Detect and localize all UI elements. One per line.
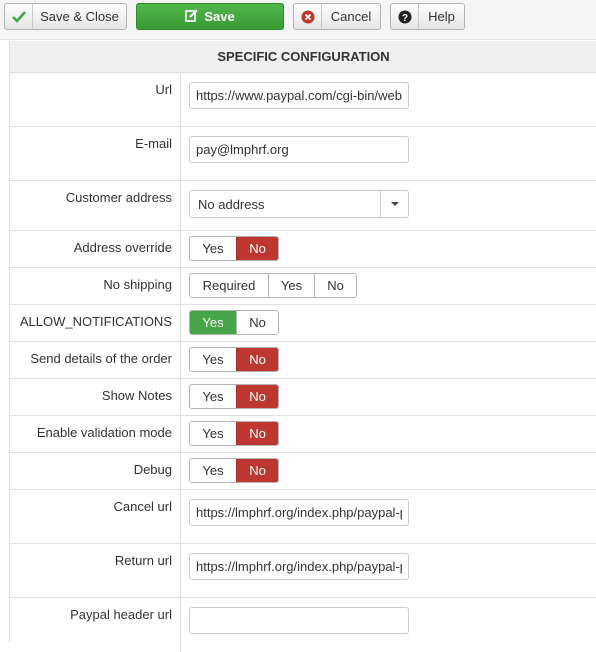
svg-text:?: ? [401, 13, 407, 24]
save-close-button[interactable]: Save & Close [4, 3, 127, 30]
no-shipping-yes[interactable]: Yes [268, 274, 314, 297]
cancel-url-row: Cancel url [10, 490, 596, 544]
help-label: Help [428, 9, 455, 24]
no-shipping-label: No shipping [103, 277, 172, 292]
show-notes-toggle: Yes No [189, 384, 279, 409]
email-label: E-mail [135, 136, 172, 151]
debug-toggle: Yes No [189, 458, 279, 483]
edit-icon [185, 8, 199, 25]
chevron-down-icon[interactable] [380, 191, 408, 217]
panel-title: SPECIFIC CONFIGURATION [10, 41, 596, 73]
no-shipping-row: No shipping Required Yes No [10, 268, 596, 305]
cancel-url-input[interactable] [189, 499, 409, 526]
customer-address-select[interactable]: No address [189, 190, 409, 218]
show-notes-yes[interactable]: Yes [190, 385, 236, 408]
url-row: Url [10, 73, 596, 127]
allow-notifications-no[interactable]: No [236, 311, 278, 334]
allow-notifications-row: ALLOW_NOTIFICATIONS Yes No [10, 305, 596, 342]
header-url-row: Paypal header url [10, 598, 596, 652]
checkmark-icon [5, 4, 33, 29]
save-label: Save [204, 9, 235, 24]
specific-configuration-panel: SPECIFIC CONFIGURATION Url E-mail Custom… [9, 41, 596, 652]
return-url-input[interactable] [189, 553, 409, 580]
return-url-row: Return url [10, 544, 596, 598]
validation-mode-toggle: Yes No [189, 421, 279, 446]
question-icon: ? [391, 4, 419, 29]
show-notes-row: Show Notes Yes No [10, 379, 596, 416]
url-label: Url [155, 82, 172, 97]
return-url-label: Return url [114, 553, 172, 568]
send-details-yes[interactable]: Yes [190, 348, 236, 371]
email-row: E-mail [10, 127, 596, 181]
save-close-label: Save & Close [40, 9, 119, 24]
address-override-label: Address override [73, 240, 172, 255]
no-shipping-no[interactable]: No [314, 274, 356, 297]
show-notes-label: Show Notes [101, 388, 172, 403]
cancel-icon [294, 4, 322, 29]
send-details-row: Send details of the order Yes No [10, 342, 596, 379]
cancel-url-label: Cancel url [113, 499, 172, 514]
customer-address-row: Customer address No address [10, 181, 596, 231]
email-input[interactable] [189, 136, 409, 163]
address-override-row: Address override Yes No [10, 231, 596, 268]
save-button[interactable]: Save [136, 3, 284, 30]
send-details-toggle: Yes No [189, 347, 279, 372]
debug-yes[interactable]: Yes [190, 459, 236, 482]
send-details-label: Send details of the order [30, 351, 172, 366]
allow-notifications-label: ALLOW_NOTIFICATIONS [19, 314, 172, 329]
header-url-input[interactable] [189, 607, 409, 634]
address-override-no[interactable]: No [236, 237, 278, 260]
no-shipping-toggle: Required Yes No [189, 273, 357, 298]
validation-mode-row: Enable validation mode Yes No [10, 416, 596, 453]
customer-address-label: Customer address [65, 190, 172, 205]
header-url-label: Paypal header url [70, 607, 172, 622]
address-override-toggle: Yes No [189, 236, 279, 261]
allow-notifications-toggle: Yes No [189, 310, 279, 335]
debug-no[interactable]: No [236, 459, 278, 482]
url-input[interactable] [189, 82, 409, 109]
show-notes-no[interactable]: No [236, 385, 278, 408]
debug-label: Debug [133, 462, 172, 477]
debug-row: Debug Yes No [10, 453, 596, 490]
help-button[interactable]: ? Help [390, 3, 465, 30]
cancel-button[interactable]: Cancel [293, 3, 381, 30]
no-shipping-required[interactable]: Required [190, 274, 268, 297]
validation-mode-label: Enable validation mode [36, 425, 172, 440]
toolbar: Save & Close Save Cancel ? Help [0, 0, 596, 40]
validation-mode-no[interactable]: No [236, 422, 278, 445]
customer-address-value: No address [198, 197, 265, 212]
send-details-no[interactable]: No [236, 348, 278, 371]
validation-mode-yes[interactable]: Yes [190, 422, 236, 445]
cancel-label: Cancel [330, 9, 372, 24]
address-override-yes[interactable]: Yes [190, 237, 236, 260]
allow-notifications-yes[interactable]: Yes [190, 311, 236, 334]
